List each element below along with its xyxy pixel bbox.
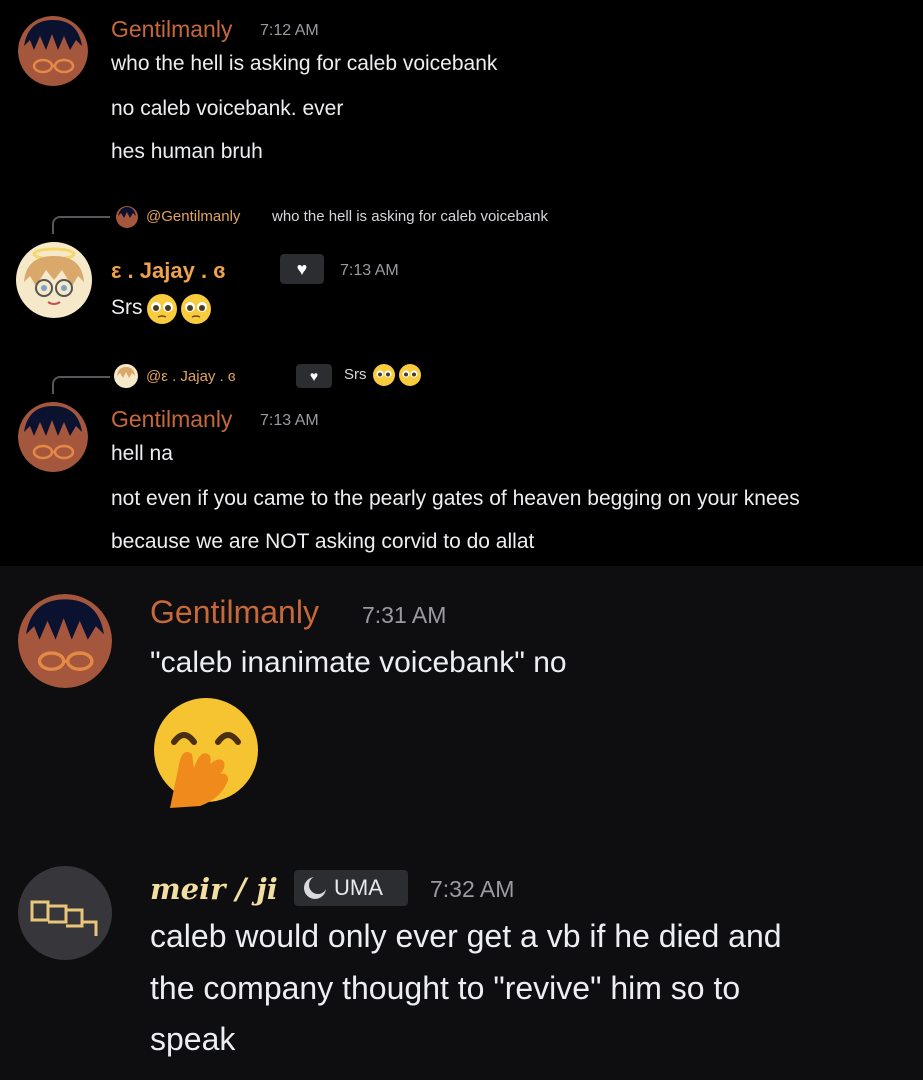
- message-line: Srs: [111, 296, 143, 319]
- heart-badge-icon: ♥: [280, 254, 324, 284]
- reply-connector: [52, 376, 110, 394]
- message-author[interactable]: Gentilmanly: [111, 16, 232, 43]
- gentilmanly-avatar[interactable]: [18, 16, 88, 86]
- message-author[interactable]: Gentilmanly: [150, 594, 319, 631]
- moon-icon: [304, 876, 327, 899]
- gentilmanly-avatar[interactable]: [18, 402, 88, 472]
- uma-clan-tag[interactable]: UMA: [294, 870, 408, 906]
- reply-connector: [52, 216, 110, 234]
- message-timestamp: 7:13 AM: [340, 262, 399, 279]
- message-line: caleb would only ever get a vb if he die…: [150, 918, 782, 954]
- message-author[interactable]: ε . Jajay . ɞ: [111, 258, 226, 284]
- message-line: speak: [150, 1021, 236, 1057]
- gentilmanly-avatar[interactable]: [18, 594, 112, 688]
- chat-panel-top: Gentilmanly 7:12 AM who the hell is aski…: [0, 0, 923, 566]
- message-timestamp: 7:32 AM: [430, 876, 515, 902]
- jajay-avatar[interactable]: [16, 242, 92, 318]
- message-timestamp: 7:12 AM: [260, 22, 319, 39]
- message-line: who the hell is asking for caleb voiceba…: [111, 52, 498, 75]
- pleading-face-emoji: [146, 292, 214, 331]
- message-line: because we are NOT asking corvid to do a…: [111, 530, 535, 553]
- uma-tag-label: UMA: [334, 875, 383, 900]
- message-line: hes human bruh: [111, 140, 263, 163]
- face-with-hand-over-mouth-emoji: [150, 698, 262, 815]
- message-line: the company thought to "revive" him so t…: [150, 970, 741, 1006]
- message-timestamp: 7:13 AM: [260, 412, 319, 429]
- reply-author-avatar-icon: [116, 206, 138, 228]
- reply-mention[interactable]: @ε . Jajay . ɞ: [146, 368, 236, 385]
- message-timestamp: 7:31 AM: [362, 602, 447, 628]
- heart-badge-icon: ♥: [296, 364, 332, 388]
- message-line: hell na: [111, 442, 173, 465]
- pleading-face-emoji: [372, 362, 424, 393]
- reply-preview-text[interactable]: Srs: [344, 366, 367, 383]
- chat-panel-bottom: Gentilmanly 7:31 AM "caleb inanimate voi…: [0, 566, 923, 1080]
- reply-mention[interactable]: @Gentilmanly: [146, 208, 240, 225]
- message-line: not even if you came to the pearly gates…: [111, 487, 800, 510]
- message-author[interactable]: meir / ji: [150, 872, 278, 906]
- message-line: no caleb voicebank. ever: [111, 97, 344, 120]
- reply-preview-text[interactable]: who the hell is asking for caleb voiceba…: [272, 208, 548, 225]
- reply-author-avatar-icon: [114, 364, 138, 388]
- message-line: "caleb inanimate voicebank" no: [150, 646, 567, 679]
- meir-avatar[interactable]: [18, 866, 112, 960]
- message-author[interactable]: Gentilmanly: [111, 406, 232, 433]
